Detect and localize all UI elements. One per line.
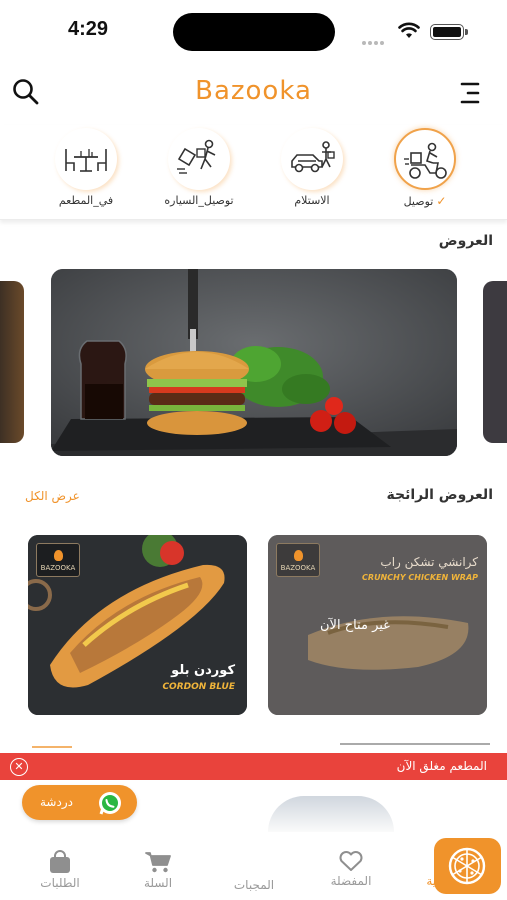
popular-offers-title: العروض الرائجة xyxy=(386,487,493,503)
wifi-icon xyxy=(398,22,420,38)
brand-logo: BAZOOKA xyxy=(276,543,320,577)
offer-banner-next[interactable] xyxy=(483,281,507,443)
nav-cart[interactable]: السلة xyxy=(118,850,198,896)
shopping-bag-icon xyxy=(50,850,70,873)
battery-icon xyxy=(430,24,468,40)
chat-button[interactable]: دردشة xyxy=(22,785,137,820)
service-car-delivery[interactable]: توصيل_السياره xyxy=(149,125,249,215)
closed-message: المطعم مغلق الآن xyxy=(396,759,487,773)
offer-card-cordon-blue[interactable]: BAZOOKA كوردن بلو CORDON BLUE xyxy=(28,535,247,715)
menu-button[interactable] xyxy=(458,78,486,108)
service-dine-in[interactable]: في_المطعم xyxy=(36,125,136,215)
offer-card-crunchy-wrap[interactable]: BAZOOKA كرانشي تشكن راب CRUNCHY CHICKEN … xyxy=(268,535,487,715)
status-bar: 4:29 xyxy=(0,0,507,62)
food-plate-photo xyxy=(268,796,394,832)
brand-logo: BAZOOKA xyxy=(36,543,80,577)
dynamic-island xyxy=(173,13,335,51)
nav-label: المفضلة xyxy=(330,874,372,888)
nav-favorites[interactable]: المفضلة xyxy=(311,850,391,896)
car-delivery-icon xyxy=(177,139,216,174)
cart-icon xyxy=(145,852,171,873)
hamburger-menu-icon xyxy=(460,82,480,104)
checkmark-icon: ✓ xyxy=(436,194,447,208)
offer-banner[interactable] xyxy=(51,269,457,456)
nav-meals[interactable]: المجبات xyxy=(214,838,501,896)
bottom-navigation: الرئيسية المفضلة المجبات الس xyxy=(0,832,507,900)
nav-label: الطلبات xyxy=(40,876,80,890)
service-label: الاستلام xyxy=(294,194,330,207)
chat-label: دردشة xyxy=(40,795,73,809)
delivery-scooter-icon xyxy=(404,142,447,179)
burger-photo xyxy=(51,269,457,456)
view-all-link[interactable]: عرض الكل xyxy=(25,489,80,503)
meals-fab[interactable] xyxy=(434,838,501,894)
service-pickup[interactable]: الاستلام xyxy=(262,125,362,215)
offer-banner-prev[interactable] xyxy=(0,281,24,443)
card-title-en: CORDON BLUE xyxy=(162,682,235,692)
unavailable-status: غير متاح الآن xyxy=(320,618,390,633)
card-title-ar: كرانشي تشكن راب xyxy=(380,555,478,569)
service-delivery[interactable]: توصيل ✓ xyxy=(375,125,475,215)
card-title-ar: كوردن بلو xyxy=(171,663,235,678)
cellular-signal-icon xyxy=(362,30,386,49)
app-header: Bazooka xyxy=(0,62,507,120)
service-type-selector: توصيل ✓ الاستلام توصيل_السياره في_المطعم xyxy=(0,125,507,220)
nav-label: السلة xyxy=(143,876,173,890)
status-time: 4:29 xyxy=(68,18,109,40)
pickup-car-icon xyxy=(291,141,335,173)
card-title-en: CRUNCHY CHICKEN WRAP xyxy=(362,573,478,582)
nav-label: المجبات xyxy=(233,878,275,892)
whatsapp-icon xyxy=(99,792,121,815)
offers-title: العروض xyxy=(438,233,493,249)
app-title: Bazooka xyxy=(195,76,312,106)
next-section-hint xyxy=(20,738,490,754)
dine-in-table-icon xyxy=(65,149,107,172)
nav-orders[interactable]: الطلبات xyxy=(20,850,100,896)
service-label: توصيل xyxy=(403,195,434,208)
pizza-icon xyxy=(448,847,486,885)
heart-icon xyxy=(339,851,363,871)
restaurant-closed-banner: ✕ المطعم مغلق الآن xyxy=(0,753,507,780)
service-label: توصيل_السياره xyxy=(164,194,234,207)
service-label: في_المطعم xyxy=(58,194,114,207)
close-icon[interactable]: ✕ xyxy=(10,758,28,776)
